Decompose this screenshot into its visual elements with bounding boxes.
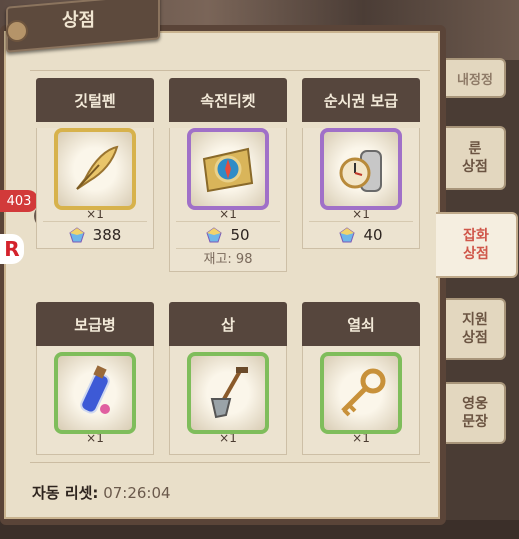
divider-bottom — [30, 462, 430, 463]
item-name: 속전티켓 — [169, 78, 287, 122]
notification-badge[interactable]: 403 — [0, 190, 38, 212]
item-name: 열쇠 — [302, 302, 420, 346]
r-logo-icon[interactable]: R — [0, 234, 24, 264]
item-price: 388 — [43, 221, 147, 248]
tab-support-shop[interactable]: 지원 상점 — [446, 298, 506, 360]
auto-reset-timer: 자동 리셋: 07:26:04 — [32, 484, 171, 502]
item-price: 40 — [309, 221, 413, 248]
tab-hero-emblem[interactable]: 영웅 문장 — [446, 382, 506, 444]
tab-general-shop[interactable]: 잡화 상점 — [436, 212, 518, 278]
page-title: 상점 — [62, 10, 96, 31]
ring-ornament-icon — [6, 20, 28, 42]
potion-vial-icon — [54, 352, 136, 434]
item-name: 깃털펜 — [36, 78, 154, 122]
shop-item-card[interactable]: 열쇠 ×1 — [302, 302, 420, 455]
quill-icon — [54, 128, 136, 210]
item-price: 50 — [176, 221, 280, 248]
gem-icon — [339, 227, 356, 243]
item-stock: 재고: 98 — [176, 248, 280, 271]
divider-top — [30, 70, 430, 71]
shop-item-card[interactable]: 삽 ×1 — [169, 302, 287, 455]
item-name: 삽 — [169, 302, 287, 346]
pocket-watch-canister-icon — [320, 128, 402, 210]
key-icon — [320, 352, 402, 434]
shop-item-card[interactable]: 깃털펜 ×1 388 — [36, 78, 154, 249]
shovel-icon — [187, 352, 269, 434]
tab-partial-top[interactable]: 내정정 — [446, 58, 506, 98]
shop-item-card[interactable]: 순시권 보급 ×1 40 — [302, 78, 420, 249]
shop-item-card[interactable]: 속전티켓 ×1 50 재고: 98 — [169, 78, 287, 272]
gem-icon — [69, 227, 85, 243]
gem-icon — [206, 227, 223, 243]
item-name: 순시권 보급 — [302, 78, 420, 122]
item-name: 보급병 — [36, 302, 154, 346]
shop-item-card[interactable]: 보급병 ×1 — [36, 302, 154, 455]
tab-rune-shop[interactable]: 룬 상점 — [446, 126, 506, 190]
compass-map-icon — [187, 128, 269, 210]
